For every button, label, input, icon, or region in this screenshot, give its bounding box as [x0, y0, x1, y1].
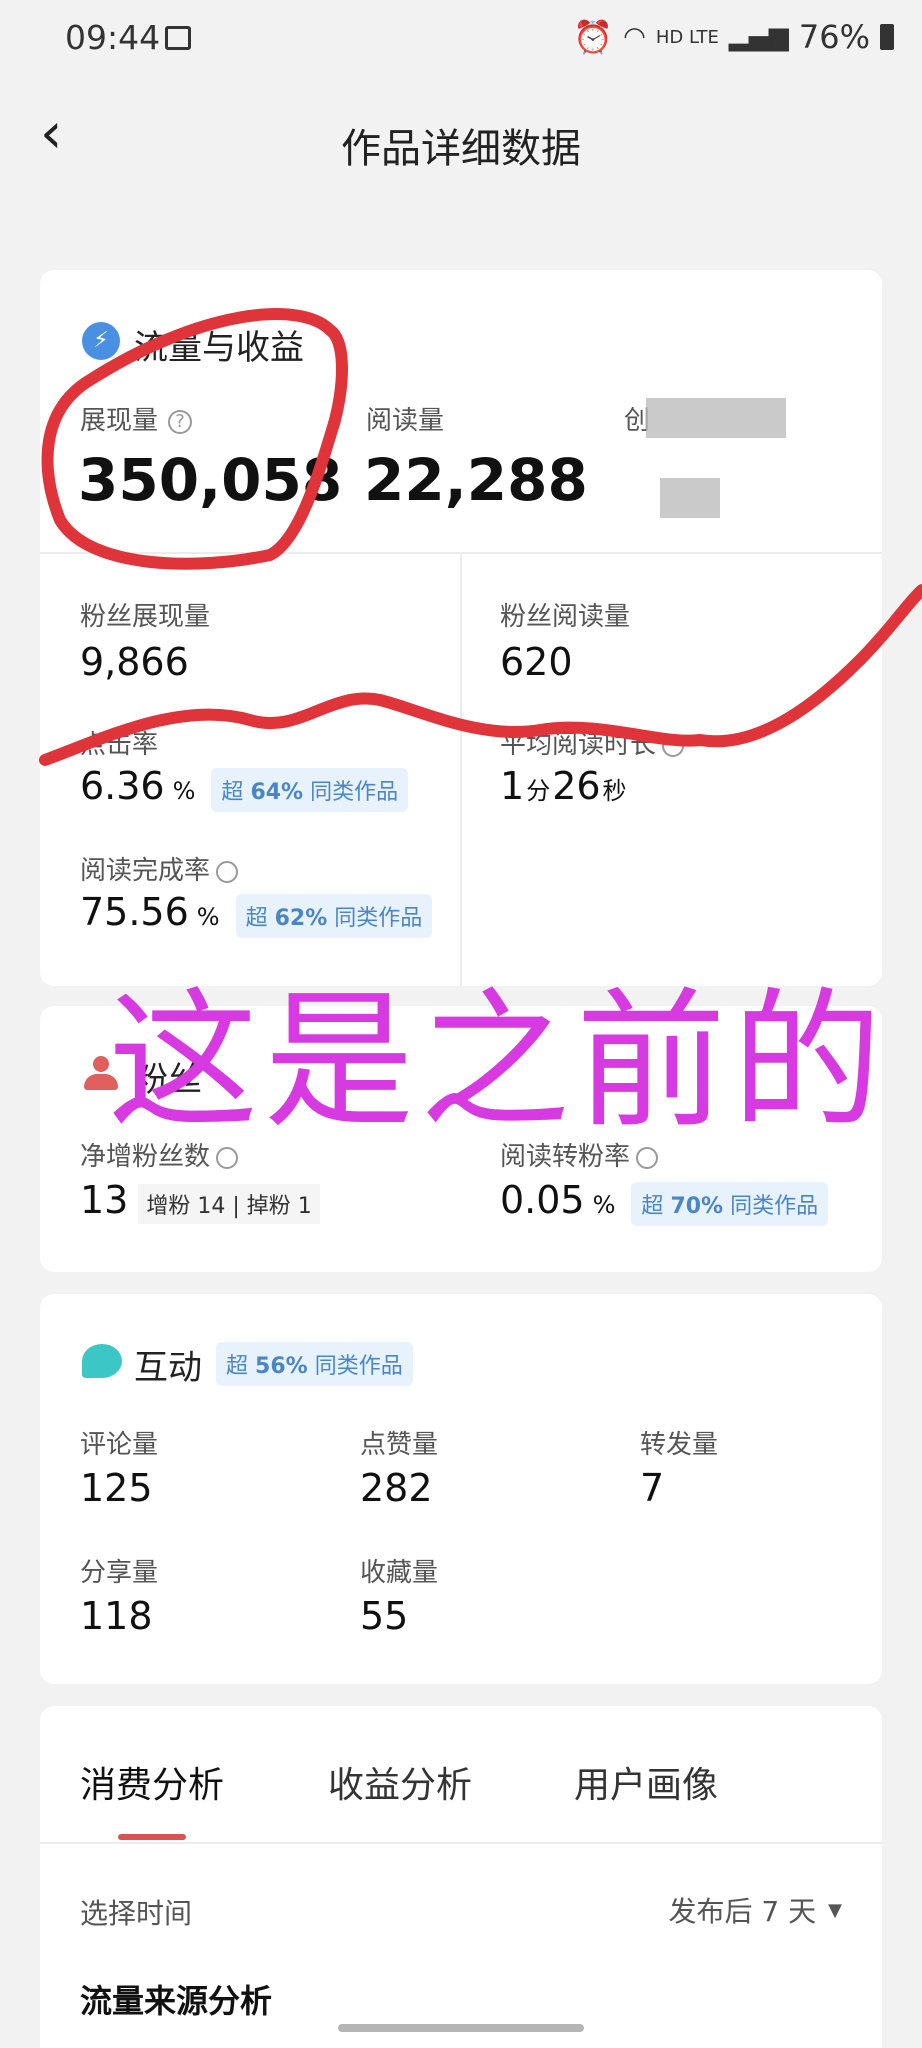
interaction-badge: 超 56% 同类作品: [216, 1342, 413, 1386]
lightning-icon: ⚡: [82, 322, 120, 360]
interaction-title: 互动: [134, 1348, 202, 1388]
tab-consumption[interactable]: 消费分析: [80, 1756, 224, 1808]
battery-icon: [880, 24, 894, 50]
shares-value: 118: [80, 1594, 153, 1638]
time-dropdown-value: 发布后 7 天: [668, 1895, 817, 1928]
impressions-label: 展现量?: [80, 400, 193, 437]
chat-bubble-icon: [82, 1344, 122, 1378]
likes-label: 点赞量: [360, 1430, 439, 1460]
fan-reads-label: 粉丝阅读量: [500, 602, 631, 632]
tab-divider: [40, 1842, 882, 1844]
battery-level: 76%: [798, 18, 870, 56]
wifi-icon: ◠: [623, 22, 646, 52]
source-title: 流量来源分析: [80, 1982, 273, 2020]
completion-label: 阅读完成率: [80, 850, 239, 887]
fan-impressions-label: 粉丝展现量: [80, 602, 211, 632]
ctr-badge: 超 64% 同类作品: [211, 768, 409, 812]
clock-icon[interactable]: [662, 734, 685, 757]
page-title: 作品详细数据: [341, 126, 581, 172]
clock-icon[interactable]: [216, 860, 239, 883]
ctr-unit: %: [172, 777, 196, 805]
select-time-label: 选择时间: [80, 1897, 193, 1930]
conv-row: 0.05% 超 70% 同类作品: [500, 1178, 829, 1226]
conv-value: 0.05: [500, 1178, 585, 1222]
completion-value: 75.56: [80, 890, 189, 934]
signal-icon: ▂▄▆: [728, 22, 789, 52]
page-header: ‹ 作品详细数据: [0, 82, 922, 202]
status-time: 09:44: [65, 18, 161, 57]
ctr-label: 点击率: [80, 730, 159, 760]
conv-badge: 超 70% 同类作品: [631, 1182, 829, 1226]
favorites-label: 收藏量: [360, 1558, 439, 1588]
v-divider: [460, 554, 462, 986]
likes-value: 282: [360, 1466, 433, 1510]
net-fans-value: 13: [80, 1178, 129, 1222]
ctr-value: 6.36: [80, 764, 165, 808]
analysis-card: 消费分析 收益分析 用户画像 选择时间 发布后 7 天 ▼ 流量来源分析: [40, 1706, 882, 2048]
completion-unit: %: [196, 903, 220, 931]
status-bar: 09:44 ⏰ ◠ HD LTE ▂▄▆ 76%: [0, 0, 922, 82]
redacted-block-2: [660, 478, 720, 518]
help-icon[interactable]: ?: [168, 409, 193, 434]
favorites-value: 55: [360, 1594, 409, 1638]
alarm-icon: ⏰: [573, 18, 614, 56]
gain-breakdown: 增粉 14 | 掉粉 1: [138, 1184, 320, 1224]
caret-down-icon: ▼: [828, 1899, 842, 1921]
impressions-value: 350,058: [78, 446, 343, 514]
time-dropdown[interactable]: 发布后 7 天 ▼: [669, 1890, 842, 1930]
tab-active-indicator: [118, 1834, 186, 1840]
net-fans-row: 13 增粉 14 | 掉粉 1: [80, 1178, 320, 1224]
tab-user-profile[interactable]: 用户画像: [574, 1756, 718, 1808]
comments-label: 评论量: [80, 1430, 159, 1460]
comments-value: 125: [80, 1466, 153, 1510]
traffic-card: ⚡ 流量与收益 展现量? 350,058 阅读量 22,288 创 粉丝展现量 …: [40, 270, 882, 986]
interaction-card: 互动 超 56% 同类作品 评论量 125 点赞量 282 转发量 7 分享量 …: [40, 1294, 882, 1684]
home-indicator[interactable]: [338, 2024, 584, 2032]
reads-value: 22,288: [364, 446, 588, 514]
completion-badge: 超 62% 同类作品: [235, 894, 433, 938]
avg-time-label: 平均阅读时长: [500, 724, 685, 761]
traffic-title: 流量与收益: [134, 328, 304, 368]
handwritten-note: 这是之前的: [108, 975, 889, 1149]
tab-revenue[interactable]: 收益分析: [328, 1756, 472, 1808]
shares-label: 分享量: [80, 1558, 159, 1588]
reads-label: 阅读量: [366, 406, 445, 436]
fan-impressions-value: 9,866: [80, 640, 189, 684]
image-notification-icon: [165, 26, 191, 50]
completion-row: 75.56% 超 62% 同类作品: [80, 890, 433, 938]
status-right: ⏰ ◠ HD LTE ▂▄▆ 76%: [573, 18, 894, 56]
network-label: HD LTE: [655, 26, 719, 48]
conv-unit: %: [592, 1191, 616, 1219]
forwards-label: 转发量: [640, 1430, 719, 1460]
forwards-value: 7: [640, 1466, 665, 1510]
ctr-row: 6.36% 超 64% 同类作品: [80, 764, 409, 812]
avg-time-value: 1 分 26 秒: [500, 764, 627, 808]
redacted-block: [646, 398, 786, 438]
fan-reads-value: 620: [500, 640, 573, 684]
